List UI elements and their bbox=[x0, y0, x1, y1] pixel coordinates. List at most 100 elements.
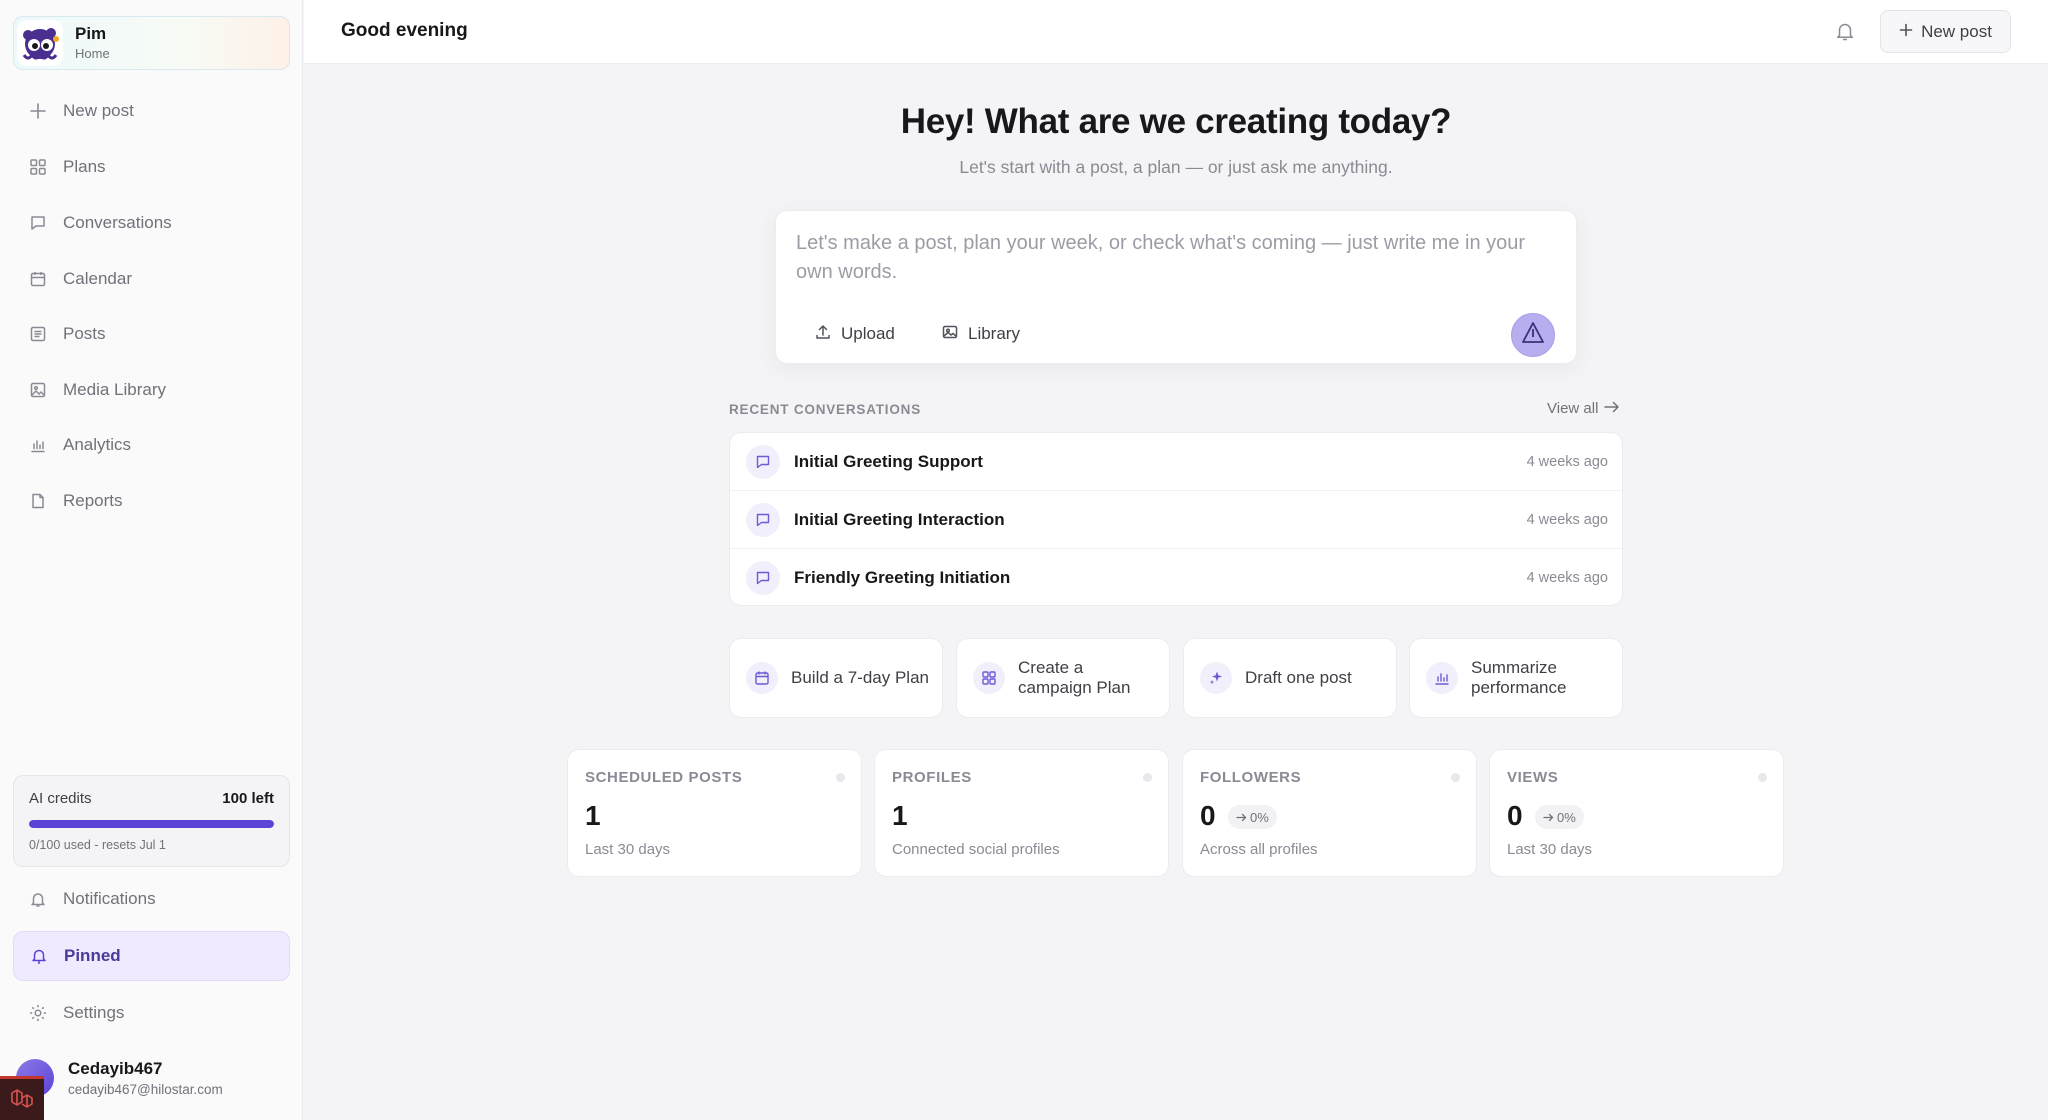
stat-value: 1 bbox=[892, 800, 908, 831]
conversation-title: Initial Greeting Support bbox=[794, 451, 983, 471]
ai-credits-card: AI credits 100 left 0/100 used - resets … bbox=[13, 775, 290, 867]
library-button[interactable]: Library bbox=[941, 318, 1020, 350]
workspace-subtitle: Home bbox=[75, 46, 110, 61]
upload-button[interactable]: Upload bbox=[814, 318, 895, 350]
sidebar-item-label: Media Library bbox=[63, 380, 166, 399]
conversation-title: Initial Greeting Interaction bbox=[794, 509, 1005, 529]
dev-toolbar-logo-icon[interactable] bbox=[0, 1076, 44, 1120]
calendar-icon bbox=[28, 269, 48, 289]
stat-label: SCHEDULED POSTS bbox=[585, 769, 743, 786]
sidebar-item-analytics[interactable]: Analytics bbox=[13, 420, 290, 470]
list-doc-icon bbox=[28, 324, 48, 344]
page-title: Good evening bbox=[341, 20, 468, 41]
sparkle-icon bbox=[1200, 662, 1232, 694]
new-post-button[interactable]: New post bbox=[1880, 10, 2011, 53]
sidebar-item-new-post[interactable]: New post bbox=[13, 86, 290, 136]
bar-chart-icon bbox=[28, 435, 48, 455]
workspace-switcher[interactable]: Pim Home bbox=[13, 16, 290, 70]
chat-bubble-icon bbox=[746, 561, 780, 595]
status-dot bbox=[1758, 773, 1767, 782]
stat-label: PROFILES bbox=[892, 769, 972, 786]
stat-card-views[interactable]: VIEWS 0 0% Last 30 days bbox=[1489, 749, 1784, 877]
send-arrow-icon bbox=[1520, 320, 1546, 351]
sidebar: Pim Home New post Plans Conversations Ca… bbox=[0, 0, 303, 1120]
notifications-bell-icon[interactable] bbox=[1834, 20, 1856, 42]
user-profile[interactable]: Cedayib467 cedayib467@hilostar.com bbox=[16, 1050, 293, 1106]
stat-label: VIEWS bbox=[1507, 769, 1559, 786]
change-badge: 0% bbox=[1228, 805, 1277, 829]
sidebar-item-label: Pinned bbox=[64, 946, 121, 965]
sidebar-item-posts[interactable]: Posts bbox=[13, 309, 290, 359]
file-icon bbox=[28, 491, 48, 511]
arrow-right-icon bbox=[1604, 400, 1620, 417]
upload-icon bbox=[814, 323, 832, 346]
grid-icon bbox=[973, 662, 1005, 694]
stat-label: FOLLOWERS bbox=[1200, 769, 1302, 786]
sidebar-item-plans[interactable]: Plans bbox=[13, 142, 290, 192]
chat-bubble-icon bbox=[28, 213, 48, 233]
hero-title: Hey! What are we creating today? bbox=[900, 102, 1452, 141]
gear-icon bbox=[28, 1003, 48, 1023]
stat-card-scheduled-posts[interactable]: SCHEDULED POSTS 1 Last 30 days bbox=[567, 749, 862, 877]
list-item[interactable]: Friendly Greeting Initiation 4 weeks ago bbox=[730, 549, 1622, 605]
view-all-link[interactable]: View all bbox=[1547, 400, 1620, 417]
list-item[interactable]: Initial Greeting Support 4 weeks ago bbox=[730, 433, 1622, 491]
image-icon bbox=[941, 323, 959, 346]
change-value: 0% bbox=[1250, 809, 1269, 825]
upload-label: Upload bbox=[841, 324, 895, 343]
credits-title: AI credits bbox=[29, 790, 92, 807]
action-label: Build a 7-day Plan bbox=[791, 668, 929, 687]
stat-card-followers[interactable]: FOLLOWERS 0 0% Across all profiles bbox=[1182, 749, 1477, 877]
conversation-title: Friendly Greeting Initiation bbox=[794, 568, 1011, 587]
action-create-campaign-plan[interactable]: Create a campaign Plan bbox=[956, 638, 1170, 718]
sidebar-item-pinned[interactable]: Pinned bbox=[13, 931, 290, 981]
action-label: Summarize performance bbox=[1471, 658, 1567, 697]
sidebar-item-notifications[interactable]: Notifications bbox=[13, 874, 290, 924]
grid-icon bbox=[28, 157, 48, 177]
stat-value: 1 bbox=[585, 800, 601, 831]
stat-value: 0 bbox=[1200, 800, 1216, 831]
status-dot bbox=[836, 773, 845, 782]
conversation-time: 4 weeks ago bbox=[1526, 570, 1608, 586]
credits-progress-fill bbox=[29, 820, 274, 828]
action-label: Draft one post bbox=[1245, 668, 1352, 687]
arrow-right-icon bbox=[1236, 810, 1247, 825]
stat-note: Across all profiles bbox=[1200, 841, 1318, 858]
recent-conversations-list: Initial Greeting Support 4 weeks ago Ini… bbox=[729, 432, 1623, 606]
topbar: Good evening New post bbox=[304, 0, 2048, 64]
conversation-time: 4 weeks ago bbox=[1526, 511, 1608, 528]
action-label: Create a campaign Plan bbox=[1018, 658, 1131, 697]
action-draft-one-post[interactable]: Draft one post bbox=[1183, 638, 1397, 718]
sidebar-item-calendar[interactable]: Calendar bbox=[13, 254, 290, 304]
plus-icon bbox=[1899, 22, 1913, 42]
conversation-time: 4 weeks ago bbox=[1526, 453, 1608, 470]
action-summarize-performance[interactable]: Summarize performance bbox=[1409, 638, 1623, 718]
hero-subtitle: Let's start with a post, a plan — or jus… bbox=[959, 157, 1393, 177]
sidebar-item-label: New post bbox=[63, 101, 134, 120]
list-item[interactable]: Initial Greeting Interaction 4 weeks ago bbox=[730, 491, 1622, 549]
bell-icon bbox=[28, 889, 48, 909]
sidebar-item-label: Analytics bbox=[63, 435, 132, 454]
sidebar-item-reports[interactable]: Reports bbox=[13, 476, 290, 526]
plus-icon bbox=[28, 101, 48, 121]
stat-card-profiles[interactable]: PROFILES 1 Connected social profiles bbox=[874, 749, 1169, 877]
sidebar-item-conversations[interactable]: Conversations bbox=[13, 198, 290, 248]
sidebar-item-media-library[interactable]: Media Library bbox=[13, 365, 290, 415]
prompt-composer bbox=[775, 210, 1577, 364]
sidebar-item-label: Reports bbox=[63, 491, 123, 510]
sidebar-item-label: Plans bbox=[63, 157, 106, 176]
status-dot bbox=[1143, 773, 1152, 782]
send-button[interactable] bbox=[1511, 313, 1555, 357]
change-value: 0% bbox=[1557, 809, 1576, 825]
prompt-input[interactable] bbox=[796, 229, 1536, 295]
workspace-logo bbox=[17, 20, 63, 66]
workspace-name: Pim bbox=[75, 24, 107, 43]
view-all-label: View all bbox=[1547, 400, 1599, 417]
chat-bubble-icon bbox=[746, 502, 780, 537]
user-email: cedayib467@hilostar.com bbox=[68, 1082, 223, 1097]
calendar-icon bbox=[746, 662, 778, 694]
credits-progress-bar bbox=[29, 820, 274, 828]
action-build-7-day-plan[interactable]: Build a 7-day Plan bbox=[729, 638, 943, 718]
sidebar-item-settings[interactable]: Settings bbox=[13, 988, 290, 1038]
pin-icon bbox=[29, 946, 49, 966]
